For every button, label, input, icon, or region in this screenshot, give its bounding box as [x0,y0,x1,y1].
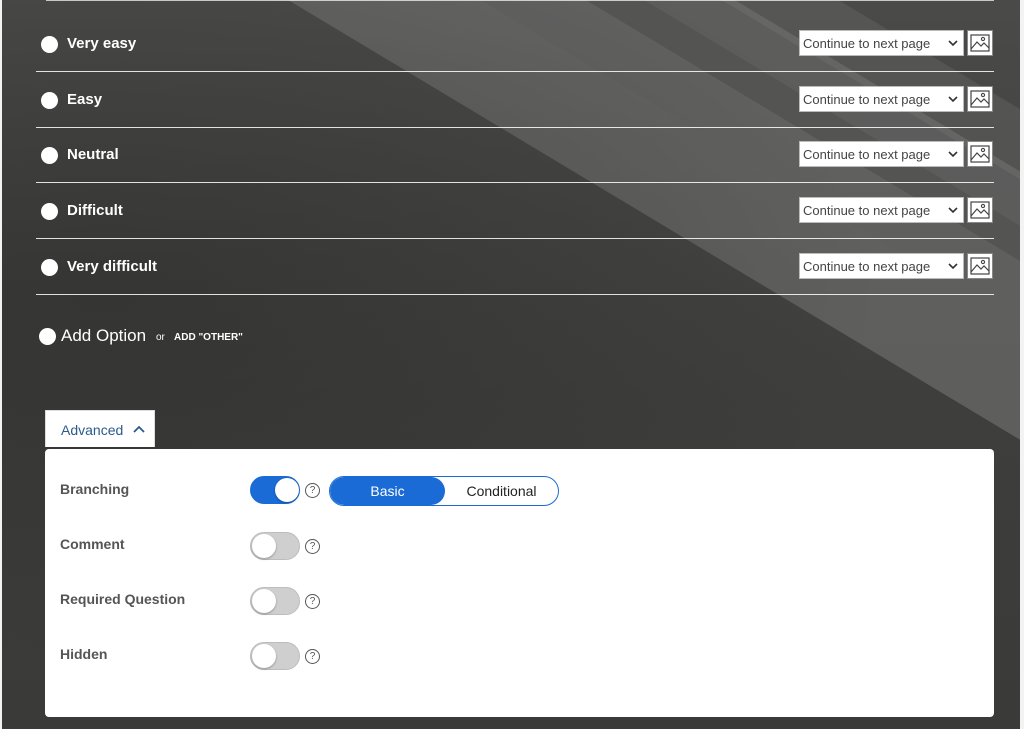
help-icon[interactable]: ? [305,594,320,609]
branch-select[interactable]: Continue to next page [799,141,964,167]
option-label[interactable]: Easy [67,91,102,108]
chevron-down-icon [948,151,958,158]
toggle-knob [252,589,276,613]
help-icon[interactable]: ? [305,483,320,498]
add-option-link[interactable]: Add Option [61,326,146,346]
radio-button[interactable] [41,203,58,220]
required-question-label: Required Question [60,591,186,607]
hidden-toggle[interactable] [250,642,300,670]
branching-toggle[interactable] [250,476,300,504]
advanced-tab-label: Advanced [61,422,124,438]
chevron-down-icon [948,263,958,270]
branch-select-value: Continue to next page [803,259,931,274]
branch-select-value: Continue to next page [803,92,931,107]
toggle-knob [252,644,276,668]
option-label[interactable]: Difficult [67,202,123,219]
branch-select[interactable]: Continue to next page [799,86,964,112]
branching-conditional-option[interactable]: Conditional [445,477,558,505]
branch-select-value: Continue to next page [803,203,931,218]
radio-button[interactable] [41,36,58,53]
option-label[interactable]: Very difficult [67,258,157,275]
help-icon[interactable]: ? [305,539,320,554]
add-image-button[interactable] [967,197,993,223]
comment-toggle[interactable] [250,532,300,560]
divider [46,0,994,1]
radio-button[interactable] [41,92,58,109]
option-label[interactable]: Very easy [67,35,136,52]
option-row: Neutral Continue to next page [36,127,994,183]
option-row: Easy Continue to next page [36,72,994,128]
branching-label: Branching [60,481,130,497]
radio-button[interactable] [41,147,58,164]
image-icon [970,90,990,108]
hidden-label: Hidden [60,646,108,662]
image-icon [970,201,990,219]
image-icon [970,34,990,52]
add-other-link[interactable]: ADD "OTHER" [174,332,243,343]
add-image-button[interactable] [967,86,993,112]
add-option-or-text: or [156,332,165,343]
toggle-knob [252,534,276,558]
required-question-toggle[interactable] [250,587,300,615]
radio-button[interactable] [41,259,58,276]
option-row: Very easy Continue to next page [36,16,994,72]
branching-basic-option[interactable]: Basic [330,477,445,505]
image-icon [970,145,990,163]
advanced-settings-panel: Branching ? Basic Conditional Comment ? … [45,449,994,717]
comment-label: Comment [60,536,125,552]
advanced-toggle-tab[interactable]: Advanced [45,410,155,447]
add-image-button[interactable] [967,253,993,279]
chevron-down-icon [948,96,958,103]
branch-select-value: Continue to next page [803,36,931,51]
option-row: Difficult Continue to next page [36,183,994,239]
branch-select[interactable]: Continue to next page [799,197,964,223]
option-label[interactable]: Neutral [67,146,119,163]
add-image-button[interactable] [967,30,993,56]
chevron-down-icon [948,207,958,214]
radio-button [39,328,56,345]
chevron-down-icon [948,40,958,47]
branch-select-value: Continue to next page [803,147,931,162]
add-image-button[interactable] [967,141,993,167]
image-icon [970,257,990,275]
chevron-up-icon [133,425,145,433]
help-icon[interactable]: ? [305,649,320,664]
toggle-knob [275,478,299,502]
branch-select[interactable]: Continue to next page [799,30,964,56]
branching-mode-switch: Basic Conditional [329,476,559,506]
branch-select[interactable]: Continue to next page [799,253,964,279]
option-row: Very difficult Continue to next page [36,239,994,295]
